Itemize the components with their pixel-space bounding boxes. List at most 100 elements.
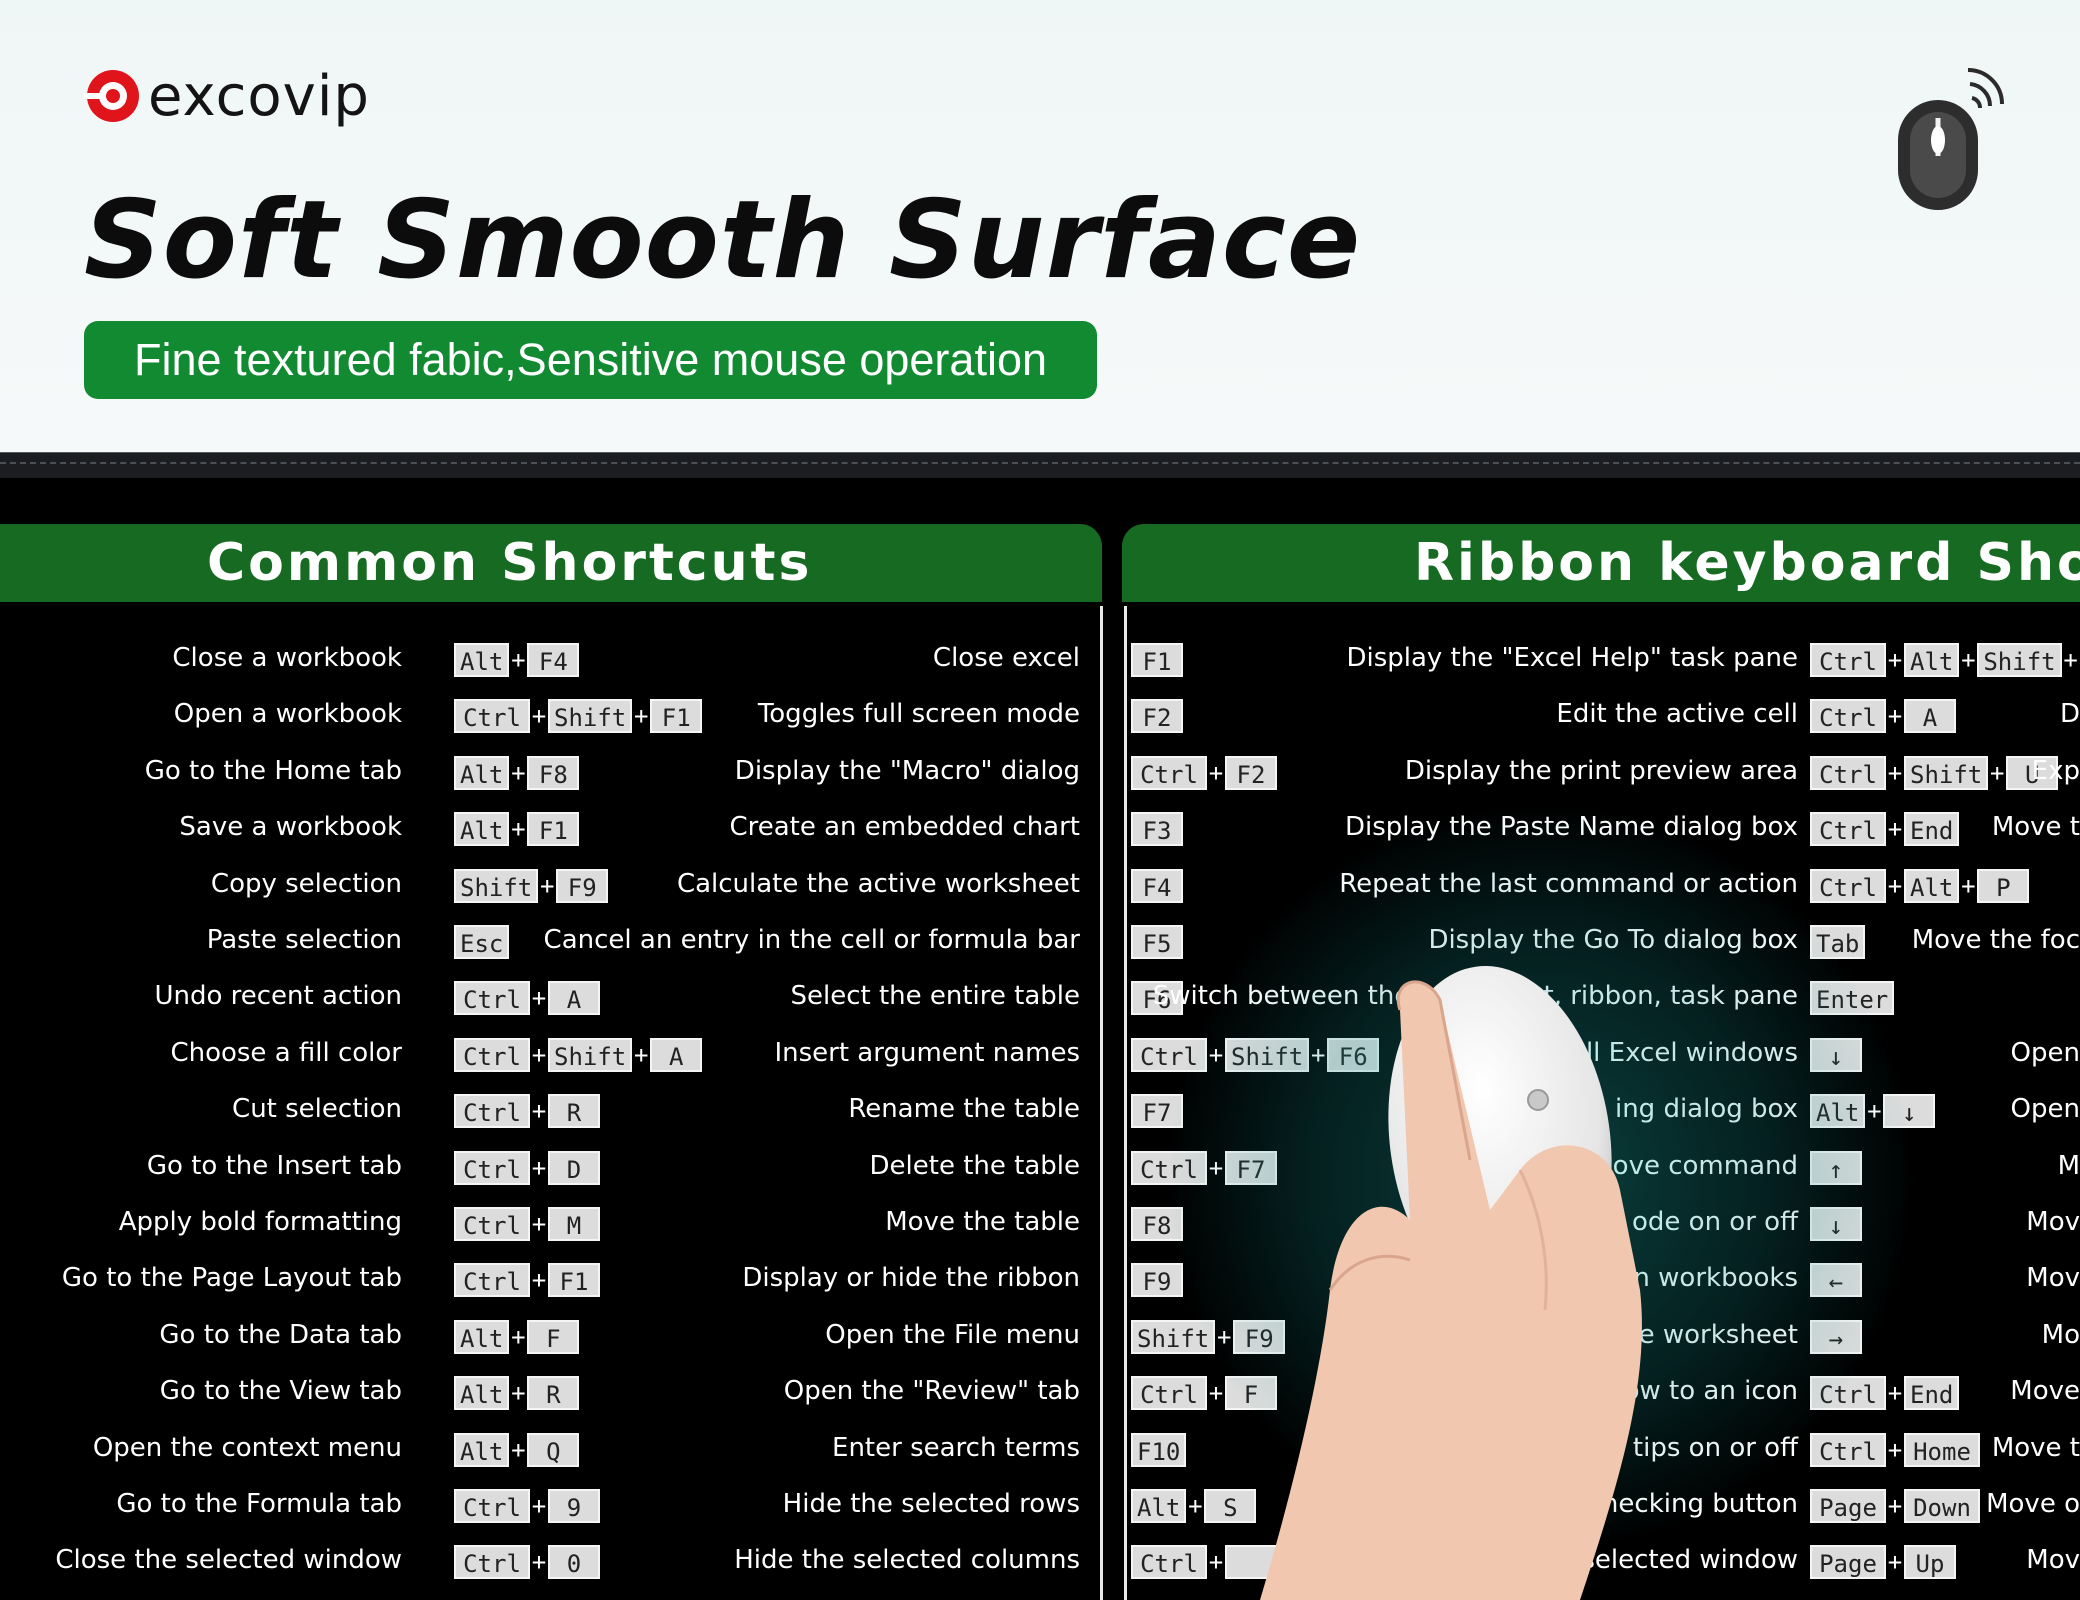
- ribbon-col1-keys: Alt + ↓: [1810, 1093, 1936, 1129]
- ribbon-col1-keys: Page + Up: [1810, 1544, 1956, 1580]
- key-cap[interactable]: Ctrl: [1810, 755, 1886, 790]
- ribbon-col2-label: D: [2059, 699, 2080, 730]
- key-cap[interactable]: P: [1977, 868, 2030, 903]
- key-cap[interactable]: Page: [1810, 1545, 1886, 1580]
- key-cap[interactable]: End: [1904, 812, 1960, 847]
- plus-sign: +: [1887, 1379, 1903, 1408]
- brand-logo: excovip: [84, 62, 370, 130]
- key-cap[interactable]: Alt: [1904, 643, 1960, 677]
- ribbon-col2-label: Mo: [2041, 1319, 2080, 1350]
- key-cap[interactable]: Ctrl: [1810, 868, 1886, 903]
- key-cap[interactable]: Ctrl: [1810, 643, 1886, 677]
- key-cap[interactable]: Tab: [1810, 925, 1866, 959]
- ribbon-col2-label: M: [2057, 1150, 2080, 1181]
- ribbon-col1-row: Display the Paste Name dialog box Ctrl + En…: [0, 799, 2080, 855]
- ribbon-col1-row: ode on or off ↓: [0, 1194, 2080, 1250]
- ribbon-col1-row: Repeat the last command or action Ctrl + Al…: [0, 856, 2080, 912]
- ribbon-col1-row: Switch between the worksheet, ribbon, ta…: [0, 968, 2080, 1024]
- ribbon-col2-label: Mov: [2026, 1263, 2080, 1294]
- key-cap[interactable]: Alt: [1904, 868, 1960, 903]
- ribbon-col1-keys: →: [1810, 1319, 1862, 1355]
- ribbon-col1-label: Display the "Excel Help" task pane: [1346, 643, 1798, 673]
- ribbon-col1-row: en workbooks ←: [0, 1250, 2080, 1306]
- ribbon-col1-row: S ll Excel windows ↓: [0, 1025, 2080, 1081]
- key-cap[interactable]: Down: [1904, 1489, 1980, 1523]
- ribbon-col2-label: Move o: [1986, 1489, 2080, 1519]
- ribbon-col1-row: Edit the active cell Ctrl + A: [0, 686, 2080, 742]
- subheadline-pill: Fine textured fabic,Sensitive mouse oper…: [84, 321, 1097, 399]
- key-cap[interactable]: ←: [1810, 1263, 1862, 1298]
- ribbon-col1-keys: Enter: [1810, 980, 1895, 1016]
- plus-sign: +: [1887, 758, 1903, 787]
- ribbon-col1-row: Display the "Excel Help" task pane Ctrl + A…: [0, 630, 2080, 686]
- ribbon-col1-keys: Page + Down: [1810, 1488, 1980, 1524]
- plus-sign: +: [1887, 815, 1903, 844]
- plus-sign: +: [1961, 646, 1976, 674]
- ribbon-col1-row: ive worksheet →: [0, 1307, 2080, 1363]
- ribbon-col1-row: Display the Go To dialog box Tab: [0, 912, 2080, 968]
- key-cap[interactable]: Alt: [1810, 1094, 1866, 1129]
- ribbon-col1-label: Edit the active cell: [1556, 699, 1798, 730]
- ribbon-col2-label: Move the foc: [1911, 925, 2080, 955]
- key-cap[interactable]: Home: [1904, 1432, 1980, 1467]
- ribbon-col1-keys: Ctrl + Shift + U: [1810, 755, 2059, 791]
- hand-with-mouse-icon: [1260, 966, 1642, 1600]
- ribbon-col1-keys: Ctrl + A: [1810, 698, 1956, 734]
- ribbon-col2-label: Mov: [2026, 1207, 2080, 1237]
- key-cap[interactable]: ↓: [1810, 1207, 1862, 1241]
- key-cap[interactable]: A: [1904, 699, 1956, 734]
- key-cap[interactable]: ↓: [1810, 1037, 1862, 1072]
- ribbon-col1-keys: Ctrl + End: [1810, 811, 1960, 847]
- ribbon-col1-row: ing dialog box Alt + ↓: [0, 1081, 2080, 1137]
- wireless-mouse-icon: [1898, 68, 2004, 210]
- shortcut-mat: Common Shortcuts Ribbon keyboard Shortcu…: [0, 478, 2080, 1600]
- key-cap[interactable]: Enter: [1810, 981, 1895, 1016]
- ribbon-col2-label: Move t: [1991, 812, 2080, 843]
- ribbon-col1-row: s key tips on or off Ctrl + Home: [0, 1420, 2080, 1476]
- ribbon-col1-row: store the selected window Page + Up: [0, 1532, 2080, 1588]
- ribbon-col1-row: Display the print preview area Ctrl + Shift…: [0, 743, 2080, 799]
- ribbon-col1-label: Repeat the last command or action: [1339, 868, 1798, 899]
- key-cap[interactable]: →: [1810, 1319, 1862, 1354]
- ribbon-col2-label: Move: [2010, 1376, 2080, 1407]
- key-cap[interactable]: Page: [1810, 1489, 1886, 1523]
- plus-sign: +: [1887, 871, 1903, 900]
- ribbon-col2-label: Open: [2010, 1037, 2080, 1068]
- ribbon-col1-keys: Ctrl + End: [1810, 1375, 1960, 1411]
- key-cap[interactable]: Shift: [1904, 755, 1989, 790]
- key-cap[interactable]: ↑: [1810, 1150, 1862, 1185]
- key-cap[interactable]: Ctrl: [1810, 699, 1886, 734]
- ribbon-col1-row: Error Checking button Page + Down: [0, 1476, 2080, 1532]
- ribbon-col1-keys: Tab: [1810, 924, 1866, 960]
- key-cap[interactable]: End: [1904, 1376, 1960, 1411]
- plus-sign: +: [1887, 1548, 1903, 1577]
- common-shortcuts-header: Common Shortcuts: [0, 524, 1102, 602]
- ribbon-col1-keys: ↓: [1810, 1037, 1862, 1073]
- plus-sign: +: [1990, 758, 2005, 787]
- ribbon-col1-keys: ↑: [1810, 1150, 1862, 1186]
- key-cap[interactable]: Ctrl: [1810, 812, 1886, 847]
- ribbon-col1-keys: Ctrl+Alt+Shift+F9: [1810, 642, 2080, 678]
- key-cap[interactable]: Up: [1904, 1545, 1956, 1580]
- ribbon-col1-keys: Ctrl + Home: [1810, 1432, 1980, 1468]
- key-cap[interactable]: Shift: [1977, 643, 2062, 677]
- ribbon-col1-label: Display the Paste Name dialog box: [1344, 812, 1798, 843]
- ribbon-col2-label: Open: [2010, 1094, 2080, 1125]
- plus-sign: +: [1887, 702, 1903, 731]
- ribbon-col1-label: Display the print preview area: [1404, 755, 1798, 786]
- ribbon-col2-label: Mov: [2026, 1545, 2080, 1576]
- plus-sign: +: [2063, 646, 2078, 674]
- ribbon-col2-label: Exp: [2031, 755, 2080, 786]
- ribbon-col1-row: dow to an icon Ctrl + End: [0, 1363, 2080, 1419]
- plus-sign: +: [1887, 1492, 1903, 1520]
- plus-sign: +: [1887, 646, 1903, 674]
- common-shortcuts-title: Common Shortcuts: [207, 533, 813, 593]
- plus-sign: +: [1961, 871, 1976, 900]
- plus-sign: +: [1887, 1435, 1903, 1464]
- key-cap[interactable]: Ctrl: [1810, 1376, 1886, 1411]
- key-cap[interactable]: ↓: [1883, 1094, 1936, 1129]
- ribbon-col1-row: love command ↑: [0, 1138, 2080, 1194]
- key-cap[interactable]: Ctrl: [1810, 1432, 1886, 1467]
- stitched-edge: [0, 452, 2080, 479]
- hero-header: excovip Soft Smooth Surface Fine texture…: [0, 0, 2080, 455]
